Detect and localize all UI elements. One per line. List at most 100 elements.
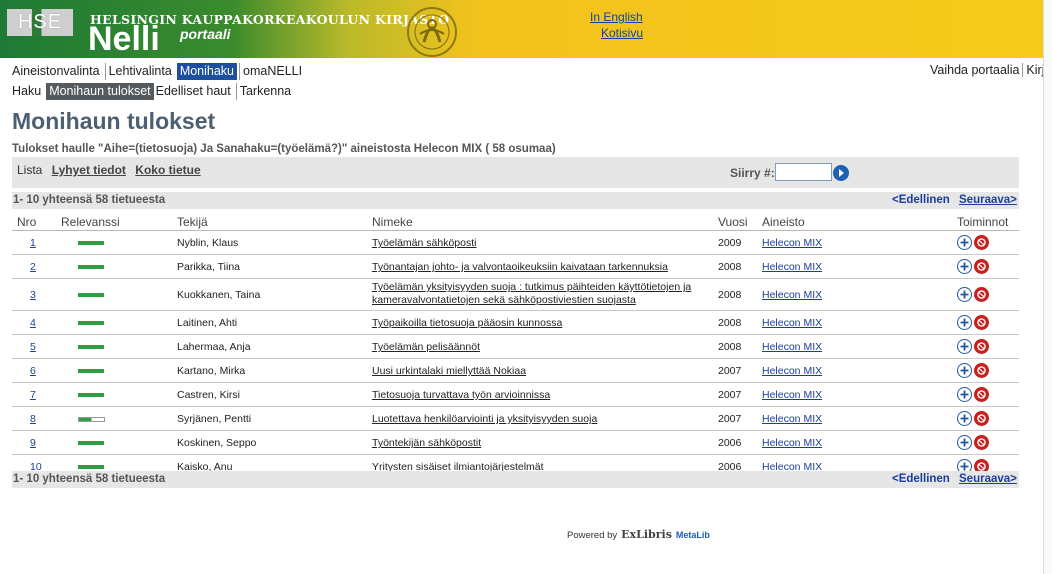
- row-actions: [957, 235, 989, 250]
- prev-page-link[interactable]: <Edellinen: [892, 194, 950, 206]
- row-number-link[interactable]: 2: [30, 261, 36, 273]
- nav-lehtivalinta[interactable]: Lehtivalinta: [104, 63, 175, 80]
- row-source-link[interactable]: Helecon MIX: [762, 317, 822, 329]
- relevance-indicator: [78, 393, 104, 397]
- go-button[interactable]: [833, 165, 849, 181]
- row-source-link[interactable]: Helecon MIX: [762, 365, 822, 377]
- prev-page-link-bottom[interactable]: <Edellinen: [892, 473, 950, 485]
- row-actions: [957, 411, 989, 426]
- view-lista: Lista: [17, 163, 43, 177]
- col-relevanssi: Relevanssi: [61, 215, 120, 229]
- hse-logo[interactable]: HSE: [7, 9, 73, 36]
- row-author: Syrjänen, Pentti: [177, 413, 252, 425]
- row-title-link[interactable]: Luotettava henkilöarviointi ja yksityisy…: [372, 413, 707, 426]
- next-page-link-bottom[interactable]: Seuraava>: [959, 473, 1017, 485]
- sfx-link-icon[interactable]: [974, 363, 989, 378]
- row-author: Lahermaa, Anja: [177, 341, 251, 353]
- row-source-link[interactable]: Helecon MIX: [762, 437, 822, 449]
- in-english-link[interactable]: In English: [590, 9, 643, 25]
- add-to-basket-icon[interactable]: [957, 235, 972, 250]
- add-to-basket-icon[interactable]: [957, 387, 972, 402]
- view-options-bar: Lista Lyhyet tiedot Koko tietue Siirry #…: [12, 157, 1019, 188]
- next-page-link[interactable]: Seuraava>: [959, 194, 1017, 206]
- row-year: 2009: [718, 237, 742, 249]
- row-number-link[interactable]: 6: [30, 365, 36, 377]
- view-lyhyet-tiedot[interactable]: Lyhyet tiedot: [52, 163, 126, 177]
- nav-vaihda-portaalia[interactable]: Vaihda portaalia: [930, 63, 1019, 77]
- row-title-link[interactable]: Työelämän sähköposti: [372, 237, 707, 250]
- primary-nav: Aineistonvalinta Lehtivalinta Monihaku o…: [12, 63, 307, 80]
- sfx-link-icon[interactable]: [974, 411, 989, 426]
- relevance-indicator: [78, 293, 104, 297]
- row-number-link[interactable]: 4: [30, 317, 36, 329]
- row-actions: [957, 315, 989, 330]
- add-to-basket-icon[interactable]: [957, 315, 972, 330]
- table-row: 1 Nyblin, Klaus Työelämän sähköposti 2009 He…: [12, 231, 1019, 255]
- nav-monihaun-tulokset[interactable]: Monihaun tulokset: [46, 83, 154, 100]
- nelli-brand[interactable]: Nelli: [88, 22, 160, 56]
- nav-monihaku[interactable]: Monihaku: [176, 63, 238, 80]
- row-year: 2008: [718, 261, 742, 273]
- col-tekija: Tekijä: [177, 215, 208, 229]
- row-source-link[interactable]: Helecon MIX: [762, 261, 822, 273]
- row-number-link[interactable]: 3: [30, 289, 36, 301]
- relevance-indicator: [78, 465, 104, 469]
- nav-tarkenna[interactable]: Tarkenna: [235, 83, 294, 100]
- view-koko-tietue[interactable]: Koko tietue: [135, 163, 200, 177]
- table-row: 6 Kartano, Mirka Uusi urkintalaki miellytt…: [12, 359, 1019, 383]
- add-to-basket-icon[interactable]: [957, 339, 972, 354]
- row-title-link[interactable]: Työpaikoilla tietosuoja pääosin kunnossa: [372, 317, 707, 330]
- jump-input[interactable]: [775, 163, 832, 181]
- row-year: 2008: [718, 317, 742, 329]
- add-to-basket-icon[interactable]: [957, 259, 972, 274]
- table-row: 3 Kuokkanen, Taina Työelämän yksityisyyden…: [12, 279, 1019, 311]
- row-title-link[interactable]: Työelämän pelisäännöt: [372, 341, 707, 354]
- relevance-bar: [78, 369, 104, 373]
- row-number-link[interactable]: 8: [30, 413, 36, 425]
- row-title-link[interactable]: Uusi urkintalaki miellyttää Nokiaa: [372, 365, 707, 378]
- nav-right: Vaihda portaalia Kirja: [930, 63, 1052, 77]
- metalib-logo: MetaLib: [675, 530, 710, 540]
- sfx-link-icon[interactable]: [974, 315, 989, 330]
- row-number-link[interactable]: 5: [30, 341, 36, 353]
- sfx-link-icon[interactable]: [974, 339, 989, 354]
- add-to-basket-icon[interactable]: [957, 435, 972, 450]
- add-to-basket-icon[interactable]: [957, 363, 972, 378]
- sfx-link-icon[interactable]: [974, 387, 989, 402]
- row-year: 2008: [718, 289, 742, 301]
- arrow-right-icon: [839, 169, 844, 177]
- add-to-basket-icon[interactable]: [957, 411, 972, 426]
- table-row: 4 Laitinen, Ahti Työpaikoilla tietosuoja p…: [12, 311, 1019, 335]
- row-source-link[interactable]: Helecon MIX: [762, 237, 822, 249]
- nav-omanelli[interactable]: omaNELLI: [239, 63, 305, 80]
- row-source-link[interactable]: Helecon MIX: [762, 341, 822, 353]
- row-title-link[interactable]: Tietosuoja turvattava työn arvioinnissa: [372, 389, 707, 402]
- row-source-link[interactable]: Helecon MIX: [762, 413, 822, 425]
- sfx-link-icon[interactable]: [974, 287, 989, 302]
- scrollbar-edge[interactable]: [1043, 0, 1052, 574]
- table-row: 7 Castren, Kirsi Tietosuoja turvattava työ…: [12, 383, 1019, 407]
- row-number-link[interactable]: 9: [30, 437, 36, 449]
- nav-aineistonvalinta[interactable]: Aineistonvalinta: [12, 63, 103, 80]
- row-source-link[interactable]: Helecon MIX: [762, 289, 822, 301]
- row-number-link[interactable]: 7: [30, 389, 36, 401]
- row-number-link[interactable]: 1: [30, 237, 36, 249]
- row-title-link[interactable]: Työelämän yksityisyyden suoja : tutkimus…: [372, 281, 707, 307]
- nav-edelliset-haut[interactable]: Edelliset haut: [156, 83, 234, 100]
- row-title-link[interactable]: Työnantajan johto- ja valvontaoikeuksiin…: [372, 261, 707, 274]
- query-summary: Tulokset haulle "Aihe=(tietosuoja) Ja Sa…: [12, 143, 556, 155]
- sfx-link-icon[interactable]: [974, 235, 989, 250]
- sfx-link-icon[interactable]: [974, 259, 989, 274]
- row-author: Laitinen, Ahti: [177, 317, 238, 329]
- nav-haku[interactable]: Haku: [12, 83, 44, 100]
- sfx-link-icon[interactable]: [974, 435, 989, 450]
- row-title-link[interactable]: Työntekijän sähköpostit: [372, 437, 707, 450]
- pager-bottom: 1- 10 yhteensä 58 tietueesta <Edellinen …: [12, 471, 1019, 488]
- col-toiminnot: Toiminnot: [957, 215, 1009, 229]
- add-to-basket-icon[interactable]: [957, 287, 972, 302]
- row-year: 2008: [718, 341, 742, 353]
- kotisivu-link[interactable]: Kotisivu: [601, 25, 643, 41]
- row-year: 2007: [718, 413, 742, 425]
- row-source-link[interactable]: Helecon MIX: [762, 389, 822, 401]
- relevance-indicator: [78, 321, 104, 325]
